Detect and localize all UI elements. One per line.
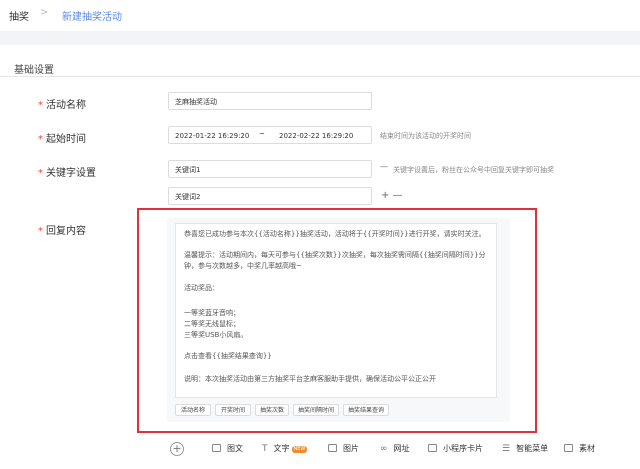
- reply-line: 恭喜您已成功参与本次{{活动名称}}抽奖活动，活动将于{{开奖时间}}进行开奖，…: [184, 230, 486, 238]
- toolbar-label: 文字: [273, 444, 290, 453]
- time-hint: 结束时间为该活动的开奖时间: [380, 132, 471, 140]
- link-icon: ∞: [380, 444, 388, 454]
- start-time-label-text: 起始时间: [46, 134, 86, 145]
- reply-line: 温馨提示：活动期间内，每天可参与{{抽奖次数}}次抽奖，每次抽奖需间隔{{抽奖间…: [184, 251, 486, 270]
- toolbar-link[interactable]: ∞ 网址: [380, 442, 410, 456]
- tag-draw-time[interactable]: 开奖时间: [215, 404, 251, 416]
- toolbar-label: 网址: [393, 444, 410, 453]
- reply-textarea[interactable]: 恭喜您已成功参与本次{{活动名称}}抽奖活动，活动将于{{开奖时间}}进行开奖，…: [175, 223, 497, 398]
- image-text-icon: [212, 444, 221, 452]
- keyword-remove-button[interactable]: —: [380, 162, 388, 171]
- toolbar-smart-menu[interactable]: ☰ 智能菜单: [502, 442, 548, 456]
- reply-line: 活动奖品：: [184, 284, 219, 292]
- toolbar-label: 图片: [343, 444, 359, 453]
- tag-draw-interval[interactable]: 抽奖间隔时间: [293, 404, 339, 416]
- toolbar-label: 素材: [579, 444, 595, 453]
- reply-line: 点击查看{{抽奖结果查询}}: [184, 352, 272, 360]
- toolbar-text[interactable]: T 文字 NEW: [262, 442, 308, 456]
- keywords-label: * 关键字设置: [38, 164, 96, 179]
- reply-line: 说明：本次抽奖活动由第三方抽奖平台芝麻客服助手提供，确保活动公平公正公开: [184, 375, 436, 383]
- tag-draw-result[interactable]: 抽奖结果查询: [343, 404, 389, 416]
- image-icon: [328, 444, 337, 452]
- activity-name-input[interactable]: 芝麻抽奖活动: [168, 92, 372, 110]
- required-mark: *: [38, 134, 43, 145]
- mini-program-icon: [428, 444, 437, 452]
- reply-line: 二等奖无线鼠标；: [184, 320, 240, 328]
- keywords-hint: 关键字设置后，粉丝在公众号中回复关键字即可抽奖: [393, 166, 554, 174]
- breadcrumb-root[interactable]: 抽奖: [9, 8, 29, 23]
- toolbar-label: 图文: [227, 444, 243, 453]
- toolbar-mini-program[interactable]: 小程序卡片: [428, 442, 483, 456]
- text-icon: T: [262, 444, 268, 454]
- section-divider: [0, 76, 640, 77]
- menu-icon: ☰: [502, 444, 511, 454]
- required-mark: *: [38, 100, 43, 111]
- start-date[interactable]: 2022-01-22 16:29:20: [175, 127, 249, 145]
- end-date[interactable]: 2022-02-22 16:29:20: [279, 127, 353, 145]
- reply-content-label: * 回复内容: [38, 222, 86, 237]
- reply-line: 三等奖USB小风扇。: [184, 331, 248, 339]
- reply-line: 一等奖蓝牙音响；: [184, 309, 240, 317]
- new-badge: NEW: [291, 446, 308, 453]
- keyword-input-1[interactable]: 关键词1: [168, 160, 372, 178]
- keywords-label-text: 关键字设置: [46, 168, 96, 179]
- breadcrumb-separator: >: [40, 7, 49, 18]
- tag-draw-count[interactable]: 抽奖次数: [255, 404, 289, 416]
- required-mark: *: [38, 226, 43, 237]
- toolbar-image[interactable]: 图片: [328, 442, 359, 456]
- toolbar-material[interactable]: 素材: [564, 442, 595, 456]
- toolbar-label: 小程序卡片: [443, 444, 483, 453]
- tag-activity-name[interactable]: 活动名称: [175, 404, 211, 416]
- keyword-input-2[interactable]: 关键词2: [168, 187, 372, 205]
- keyword-add-remove-buttons[interactable]: + —: [381, 190, 403, 201]
- section-title: 基础设置: [14, 65, 54, 76]
- required-mark: *: [38, 168, 43, 179]
- activity-name-label-text: 活动名称: [46, 100, 86, 111]
- toolbar-image-text[interactable]: 图文: [212, 442, 243, 456]
- material-icon: [564, 444, 573, 452]
- date-range-dash: ~: [259, 130, 265, 138]
- breadcrumb-current: 新建抽奖活动: [62, 12, 122, 23]
- start-time-label: * 起始时间: [38, 130, 86, 145]
- activity-name-label: * 活动名称: [38, 96, 86, 111]
- date-range-picker[interactable]: 2022-01-22 16:29:20 ~ 2022-02-22 16:29:2…: [168, 126, 372, 144]
- add-icon[interactable]: +: [170, 442, 184, 456]
- reply-content-label-text: 回复内容: [46, 226, 86, 237]
- header-band: [0, 31, 640, 45]
- toolbar-label: 智能菜单: [516, 444, 549, 453]
